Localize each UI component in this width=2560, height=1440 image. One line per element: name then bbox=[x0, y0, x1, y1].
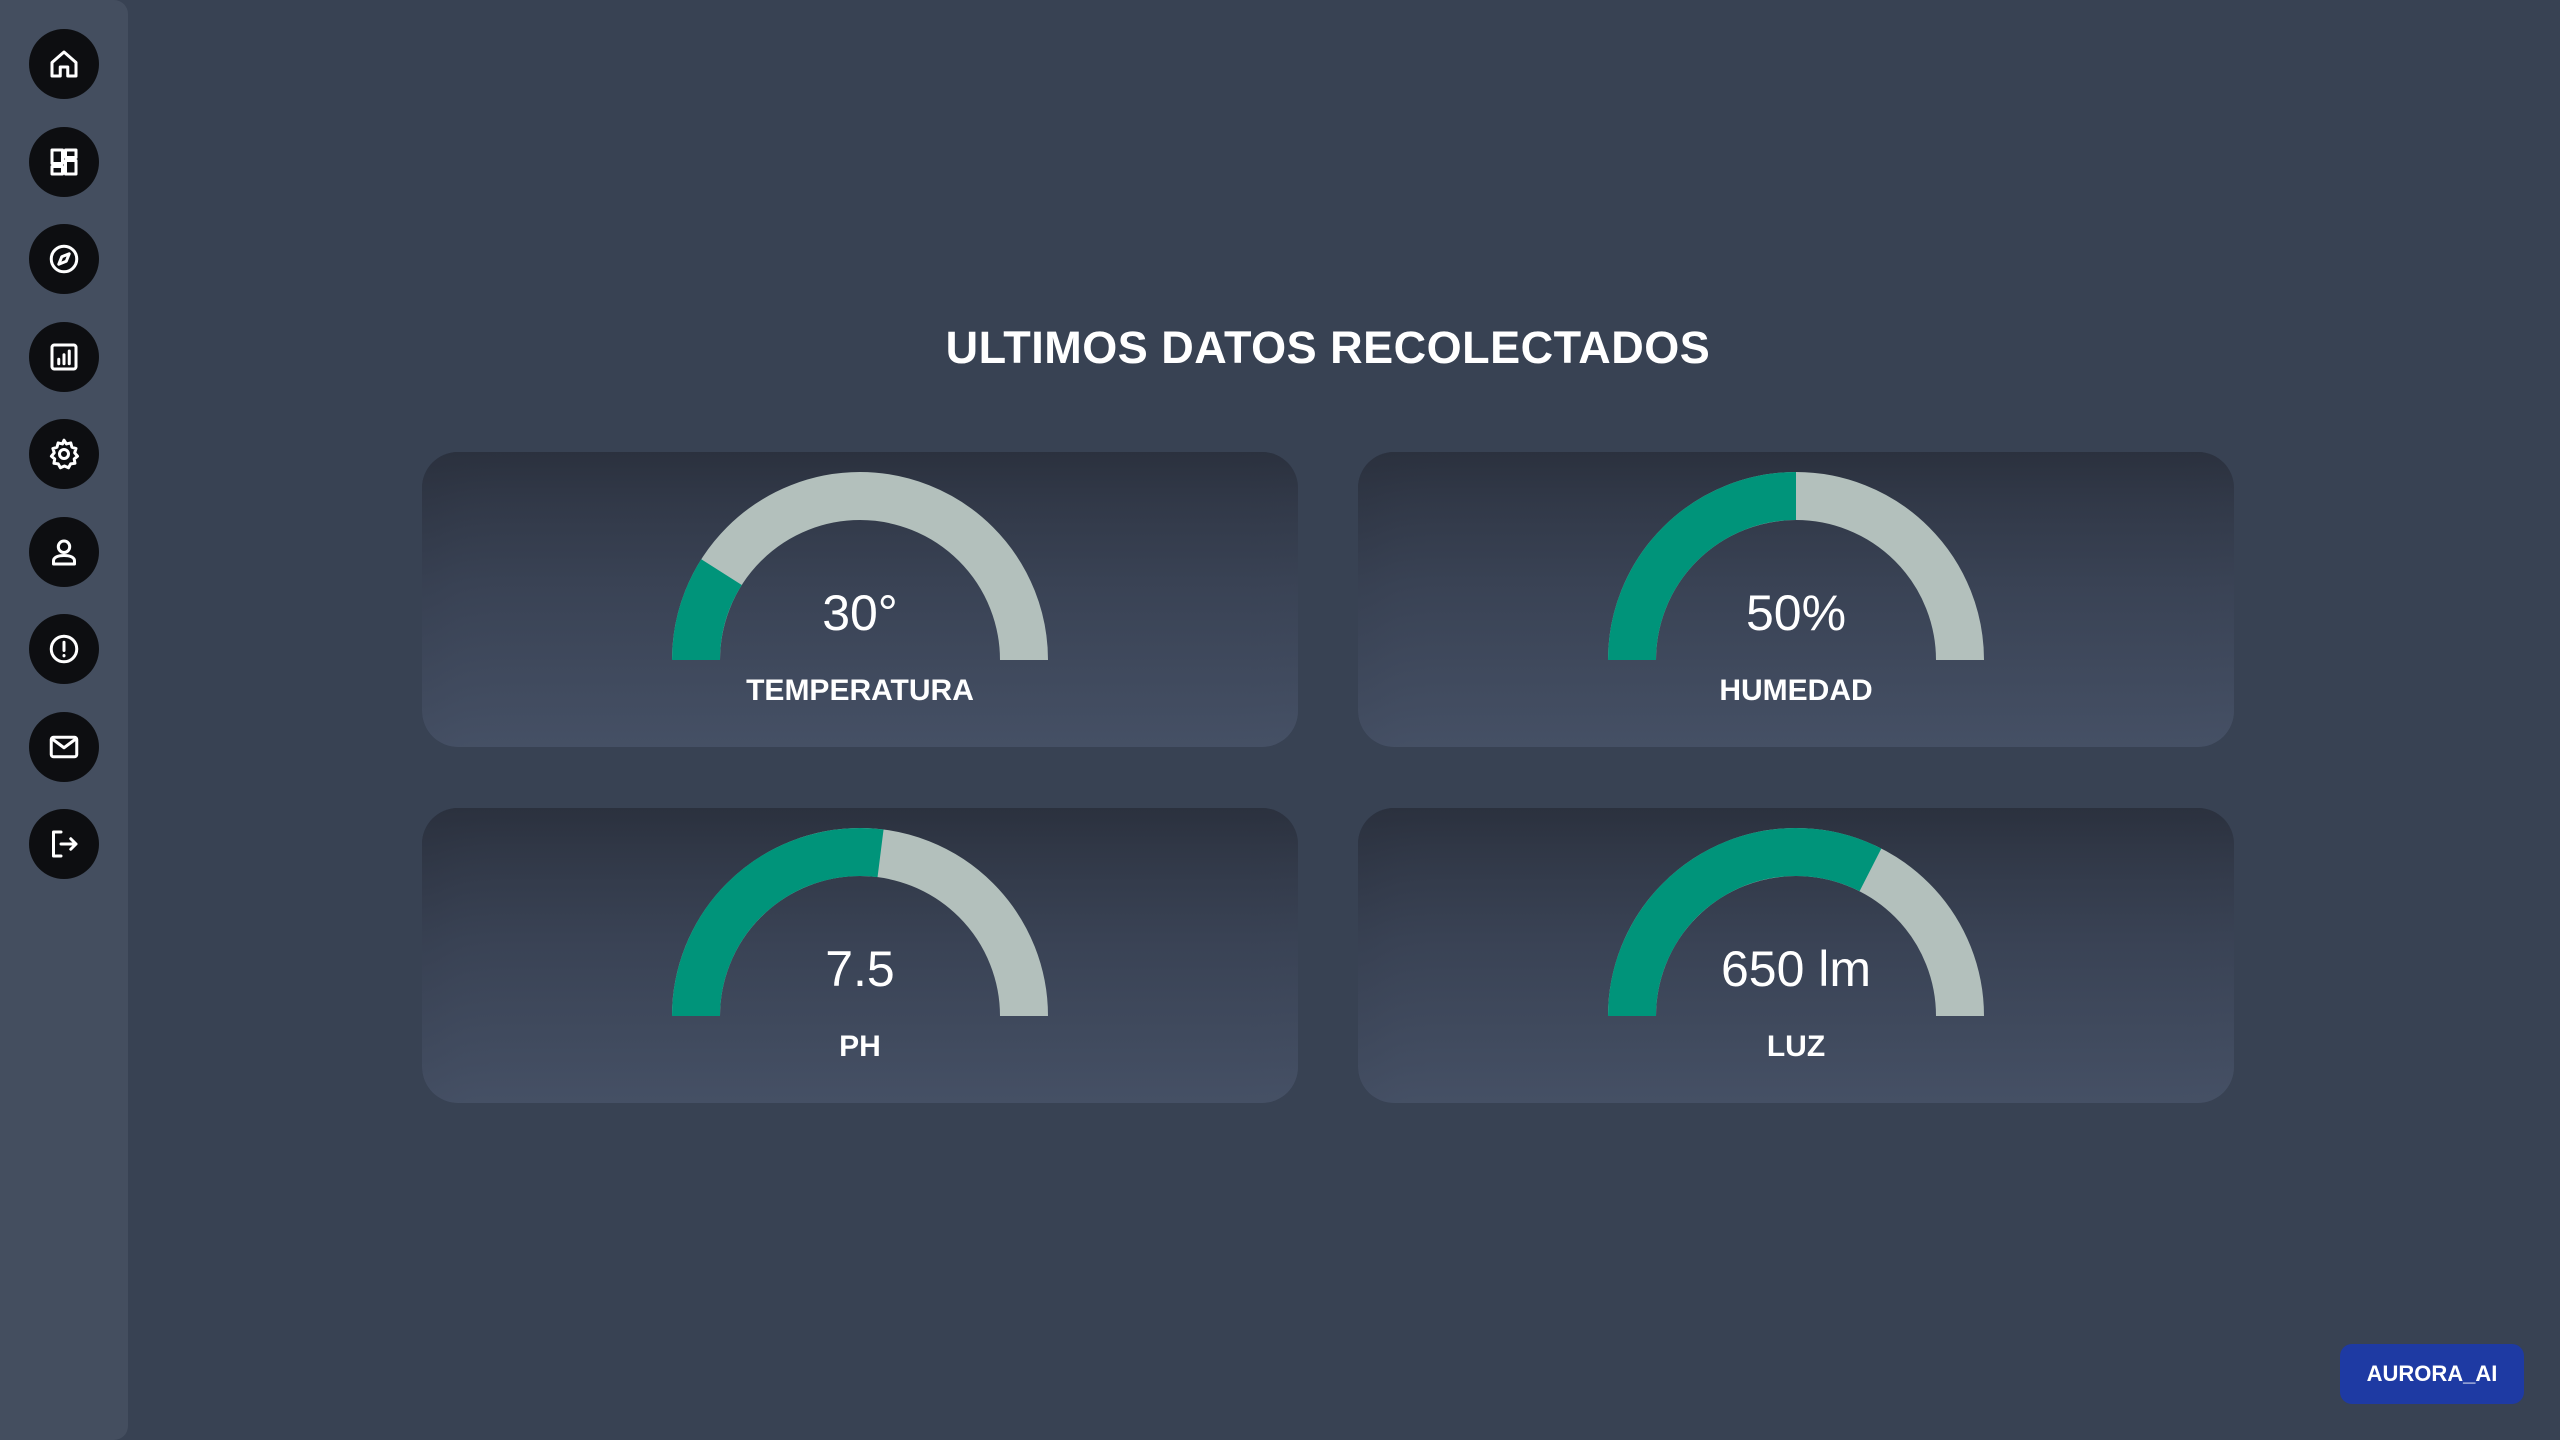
gear-icon bbox=[49, 438, 79, 470]
sidebar-item-settings[interactable] bbox=[29, 419, 99, 489]
aurora-ai-button[interactable]: AURORA_AI bbox=[2340, 1344, 2524, 1404]
gauge-card-ph: 7.5 PH bbox=[422, 808, 1298, 1103]
sidebar-item-explore[interactable] bbox=[29, 224, 99, 294]
gauge-card-temperatura: 30° TEMPERATURA bbox=[422, 452, 1298, 747]
report-chart-icon bbox=[50, 343, 78, 371]
logout-icon bbox=[52, 830, 78, 858]
user-icon bbox=[52, 539, 76, 566]
sidebar-item-alerts[interactable] bbox=[29, 614, 99, 684]
sidebar-item-messages[interactable] bbox=[29, 712, 99, 782]
gauge-label: HUMEDAD bbox=[1719, 674, 1873, 707]
gauge-value: 50% bbox=[1745, 585, 1847, 641]
gauge-value: 7.5 bbox=[825, 941, 895, 997]
compass-icon bbox=[49, 244, 79, 274]
sidebar-item-logout[interactable] bbox=[29, 809, 99, 879]
app-root: ULTIMOS DATOS RECOLECTADOS 30° TEMPERATU… bbox=[0, 0, 2560, 1440]
gauge-label: TEMPERATURA bbox=[746, 674, 974, 707]
sidebar-item-home[interactable] bbox=[29, 29, 99, 99]
alert-icon bbox=[49, 634, 79, 664]
sidebar-item-profile[interactable] bbox=[29, 517, 99, 587]
home-icon bbox=[50, 50, 78, 78]
gauge-card-luz: 650 lm LUZ bbox=[1358, 808, 2234, 1103]
gauge-label: LUZ bbox=[1766, 1030, 1826, 1063]
dashboard-icon bbox=[50, 148, 78, 176]
gauge-card-humedad: 50% HUMEDAD bbox=[1358, 452, 2234, 747]
gauge-label: PH bbox=[839, 1030, 881, 1063]
sidebar bbox=[0, 0, 128, 1440]
mail-icon bbox=[49, 735, 79, 759]
page-title: ULTIMOS DATOS RECOLECTADOS bbox=[945, 322, 1711, 373]
sidebar-item-dashboard[interactable] bbox=[29, 127, 99, 197]
gauge-value: 650 lm bbox=[1720, 941, 1872, 997]
sidebar-item-reports[interactable] bbox=[29, 322, 99, 392]
gauge-value: 30° bbox=[822, 585, 898, 641]
